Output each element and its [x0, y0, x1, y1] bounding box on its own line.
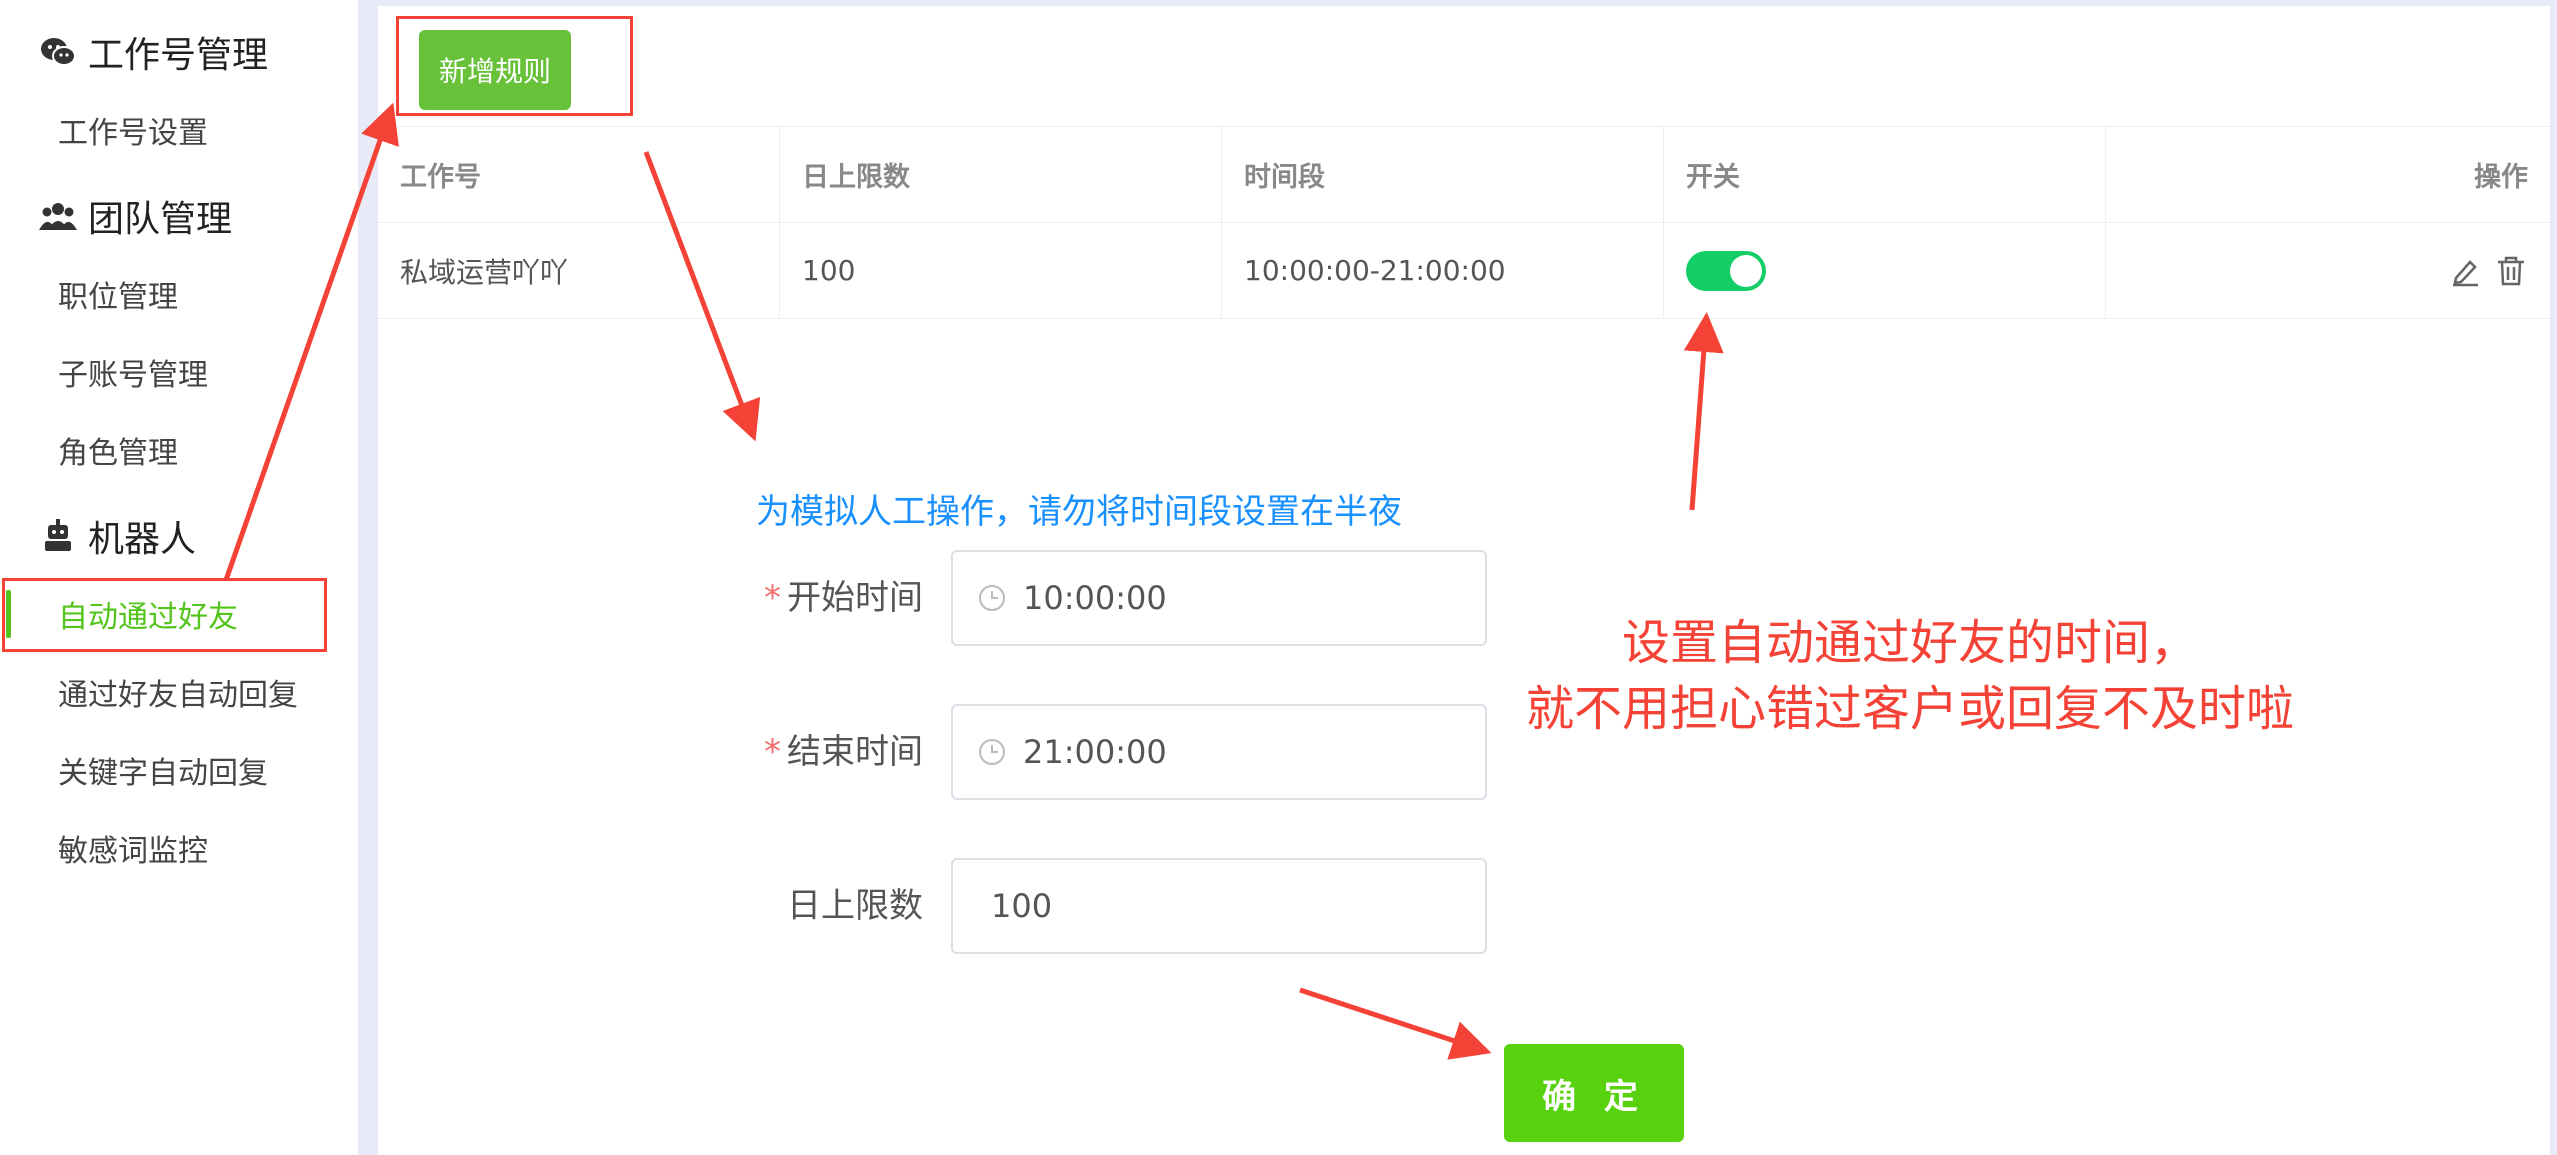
- annotation-line-1: 设置自动通过好友的时间，: [1621, 615, 2198, 671]
- form-hint-text: 为模拟人工操作，请勿将时间段设置在半夜: [756, 492, 1402, 532]
- sidebar-item-accept-auto-reply[interactable]: 通过好友自动回复: [0, 662, 358, 722]
- table-header-row: 工作号 日上限数 时间段 开关 操作: [378, 127, 2550, 223]
- column-header-switch: 开关: [1664, 127, 2106, 222]
- edit-icon[interactable]: [2448, 254, 2482, 288]
- cell-actions: [2106, 223, 2550, 318]
- cell-switch: [1664, 223, 2106, 318]
- sidebar-item-roles[interactable]: 角色管理: [0, 420, 358, 480]
- sidebar: 工作号管理 工作号设置 团队管理 职位管理 子账号管理 角色管理 机器人 自动通…: [0, 0, 358, 1155]
- main-panel: 新增规则 工作号 日上限数 时间段 开关 操作 私域运营吖吖 100 10:00…: [378, 6, 2550, 1155]
- column-header-time-range: 时间段: [1222, 127, 1664, 222]
- sidebar-item-auto-accept-friends[interactable]: 自动通过好友: [0, 584, 358, 644]
- end-time-input[interactable]: 21:00:00: [951, 704, 1487, 800]
- sidebar-group-robot: 机器人: [38, 506, 196, 566]
- sidebar-group-team: 团队管理: [38, 186, 232, 246]
- sidebar-item-positions[interactable]: 职位管理: [0, 264, 358, 324]
- sidebar-item-sub-accounts[interactable]: 子账号管理: [0, 342, 358, 402]
- sidebar-item-work-account-settings[interactable]: 工作号设置: [0, 100, 358, 160]
- required-mark: *: [764, 578, 781, 618]
- start-time-input[interactable]: 10:00:00: [951, 550, 1487, 646]
- daily-limit-input[interactable]: 100: [951, 858, 1487, 954]
- team-icon: [38, 196, 78, 236]
- app-root: 工作号管理 工作号设置 团队管理 职位管理 子账号管理 角色管理 机器人 自动通…: [0, 0, 2557, 1155]
- annotation-callout: 设置自动通过好友的时间， 就不用担心错过客户或回复不及时啦: [1500, 610, 2320, 742]
- rules-table: 工作号 日上限数 时间段 开关 操作 私域运营吖吖 100 10:00:00-2…: [378, 126, 2550, 319]
- sidebar-group-title: 团队管理: [88, 199, 233, 240]
- column-header-account: 工作号: [378, 127, 780, 222]
- enable-switch[interactable]: [1686, 250, 1766, 291]
- confirm-button[interactable]: 确 定: [1504, 1044, 1684, 1142]
- clock-icon: [977, 737, 1007, 767]
- column-header-daily-limit: 日上限数: [780, 127, 1222, 222]
- required-mark: *: [764, 732, 781, 772]
- sidebar-item-sensitive-word-monitor[interactable]: 敏感词监控: [0, 818, 358, 878]
- start-time-label: * 开始时间: [764, 578, 923, 618]
- wechat-icon: [38, 32, 78, 72]
- annotation-line-2: 就不用担心错过客户或回复不及时啦: [1525, 681, 2294, 737]
- sidebar-item-keyword-auto-reply[interactable]: 关键字自动回复: [0, 740, 358, 800]
- clock-icon: [977, 583, 1007, 613]
- delete-icon[interactable]: [2494, 254, 2528, 288]
- start-time-value: 10:00:00: [1023, 579, 1167, 617]
- sidebar-group-title: 工作号管理: [88, 35, 269, 76]
- switch-knob: [1730, 254, 1762, 287]
- sidebar-group-title: 机器人: [88, 519, 197, 560]
- end-time-label: * 结束时间: [764, 732, 923, 772]
- table-row: 私域运营吖吖 100 10:00:00-21:00:00: [378, 223, 2550, 319]
- add-rule-button[interactable]: 新增规则: [419, 30, 571, 110]
- sidebar-group-work-account: 工作号管理: [38, 22, 268, 82]
- robot-icon: [38, 516, 78, 556]
- column-header-actions: 操作: [2474, 162, 2528, 193]
- cell-account: 私域运营吖吖: [378, 223, 780, 318]
- end-time-value: 21:00:00: [1023, 733, 1167, 771]
- daily-limit-label: 日上限数: [787, 886, 923, 926]
- cell-daily-limit: 100: [780, 223, 1222, 318]
- cell-time-range: 10:00:00-21:00:00: [1222, 223, 1664, 318]
